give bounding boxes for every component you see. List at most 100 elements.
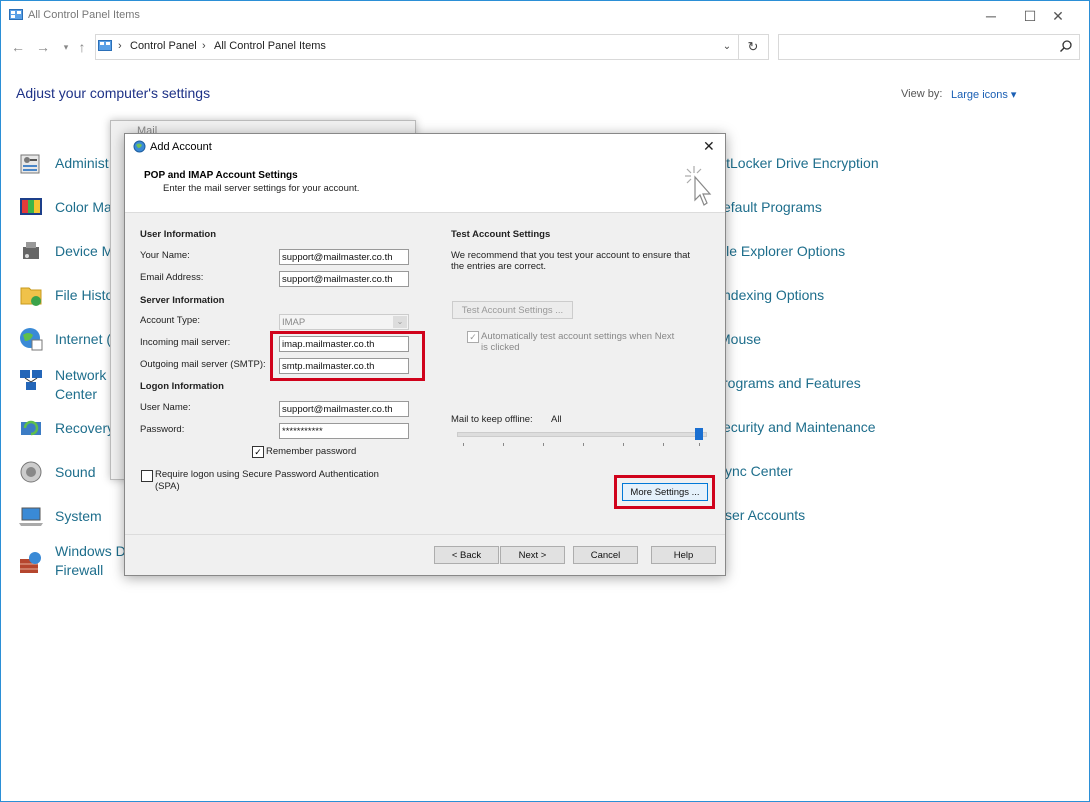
outgoing-server-label: Outgoing mail server (SMTP): [140,359,266,370]
user-information-heading: User Information [140,229,217,240]
help-button[interactable]: Help [651,546,716,564]
cp-item-label: Network [55,367,107,383]
admin-tools-icon [20,154,40,174]
spa-checkbox[interactable] [141,470,153,482]
dialog-title: Add Account [150,141,212,153]
recovery-icon [21,420,41,436]
slider-tick [463,443,464,446]
cp-item-label: ser Accounts [725,507,806,523]
highlight-more-settings [614,475,715,509]
cancel-button[interactable]: Cancel [573,546,638,564]
control-panel-icon [9,9,23,20]
cp-item-label: ecurity and Maintenance [723,419,876,435]
control-panel-window: All Control Panel Items ─ ☐ ✕ ← → ▾ ↑ › … [0,0,1090,802]
highlight-server-fields [270,331,425,381]
color-management-icon [20,198,42,215]
window-title: All Control Panel Items [28,9,140,21]
auto-test-label-line2: is clicked [481,342,520,353]
password-label: Password: [140,424,185,435]
offline-label: Mail to keep offline: [451,414,533,425]
search-input[interactable] [778,34,1080,60]
laptop-icon [19,507,43,526]
your-name-field[interactable]: support@mailmaster.co.th [279,249,409,265]
account-type-select: IMAP ⌄ [279,314,409,330]
dialog-header: Add Account ✕ POP and IMAP Account Setti… [125,134,725,213]
cp-item-label: ync Center [725,463,793,479]
cp-item-label: Internet ( [55,331,112,347]
forward-arrow-icon[interactable]: → [33,37,53,57]
next-button[interactable]: Next > [500,546,565,564]
offline-slider[interactable] [457,432,707,437]
close-icon[interactable]: ✕ [703,138,715,155]
password-field[interactable]: *********** [279,423,409,439]
cp-item-label: ndexing Options [723,287,825,303]
incoming-server-label: Incoming mail server: [140,337,231,348]
username-label: User Name: [140,402,191,413]
account-type-label: Account Type: [140,315,201,326]
cp-item-label: File Histo [55,287,114,303]
file-history-icon [20,287,42,306]
logon-information-heading: Logon Information [140,381,224,392]
spa-label-line2: (SPA) [155,481,180,492]
page-title: Adjust your computer's settings [16,85,211,101]
view-by-label: View by: [901,88,943,100]
close-button[interactable]: ✕ [1035,4,1081,28]
search-icon [1060,40,1072,52]
footer-divider [125,534,725,535]
cp-item-label-line2: Center [55,386,98,402]
up-arrow-icon[interactable]: ↑ [72,37,92,57]
address-bar[interactable]: › Control Panel › All Control Panel Item… [95,34,769,60]
back-arrow-icon[interactable]: ← [8,37,28,57]
speaker-icon [20,461,42,483]
account-type-value: IMAP [282,317,306,328]
email-field[interactable]: support@mailmaster.co.th [279,271,409,287]
your-name-label: Your Name: [140,250,190,261]
cp-item-label-line2: Firewall [55,562,104,578]
breadcrumb-separator: › [118,40,122,52]
cp-item-label: rograms and Features [723,375,861,391]
cp-item-label: System [55,508,102,524]
cp-item-label: Administ [55,155,109,171]
refresh-icon[interactable]: ↻ [738,35,767,59]
slider-tick [503,443,504,446]
section-header: POP and IMAP Account Settings [144,170,298,181]
firewall-icon [20,552,41,573]
breadcrumb-control-panel[interactable]: Control Panel [130,40,197,52]
slider-tick [699,443,700,446]
globe-icon [20,328,43,351]
address-dropdown-icon[interactable]: ⌄ [718,37,736,57]
auto-test-label: Automatically test account settings when… [481,331,675,342]
username-field[interactable]: support@mailmaster.co.th [279,401,409,417]
cp-item-label: Recovery [55,420,115,436]
slider-tick [543,443,544,446]
breadcrumb-separator: › [202,40,206,52]
network-icon [20,370,42,390]
test-account-settings-button[interactable]: Test Account Settings ... [452,301,573,319]
slider-tick [663,443,664,446]
server-information-heading: Server Information [140,295,225,306]
offline-slider-thumb[interactable] [695,428,703,440]
cp-item-label: Sound [55,464,96,480]
slider-tick [623,443,624,446]
offline-value: All [551,414,562,425]
cp-item-label: Color Ma [55,199,112,215]
section-subheader: Enter the mail server settings for your … [163,183,360,194]
cp-item-label: ile Explorer Options [723,243,846,259]
slider-tick [583,443,584,446]
breadcrumb-all-items[interactable]: All Control Panel Items [214,40,326,52]
test-description: We recommend that you test your account … [451,250,691,261]
title-bar: All Control Panel Items ─ ☐ ✕ [1,1,1089,31]
cp-item-label: itLocker Drive Encryption [723,155,879,171]
email-label: Email Address: [140,272,204,283]
back-button[interactable]: < Back [434,546,499,564]
cursor-sparkle-icon [685,166,712,206]
remember-password-label: Remember password [266,446,357,457]
view-by-dropdown[interactable]: Large icons ▾ [951,88,1016,101]
add-account-dialog: Add Account ✕ POP and IMAP Account Setti… [124,133,726,576]
remember-password-checkbox[interactable]: ✓ [252,446,264,458]
test-settings-heading: Test Account Settings [451,229,551,240]
device-manager-icon [23,242,39,259]
auto-test-checkbox[interactable]: ✓ [467,331,479,343]
cp-item-label: efault Programs [723,199,822,215]
cp-item-label: Device M [55,243,114,259]
